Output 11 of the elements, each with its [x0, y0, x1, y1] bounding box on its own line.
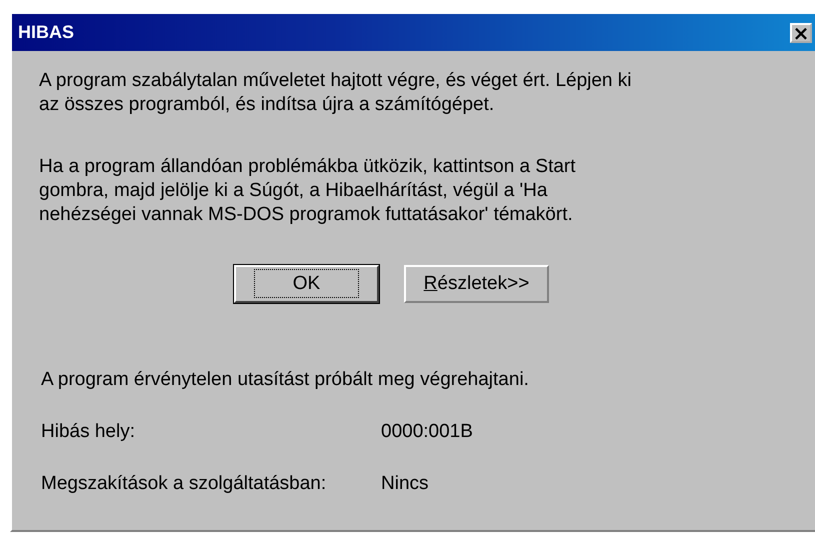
detail-label: Megszakítások a szolgáltatásban: — [41, 473, 328, 495]
detail-value: Nincs — [381, 473, 429, 495]
detail-value: 0000:001B — [381, 421, 473, 443]
dialog-button[interactable]: Részletek>> — [404, 265, 549, 303]
close-button[interactable]: × — [790, 22, 812, 42]
details-text: A program érvénytelen utasítást próbált meg végrehajtani. — [41, 369, 530, 391]
window-title: HIBAS — [18, 22, 74, 43]
detail-label: Hibás hely: — [41, 421, 136, 443]
message-text: Ha a program állandóan problémákba ütközik, kattintson a Start gombra, majd jelölje ki a Súgót, a Hibaelhárítást, végül a 'Ha nehézségei vannak MS-DOS programok futtatásakor' témakört. — [39, 155, 577, 227]
message-text: A program szabálytalan műveletet hajtott végre, és véget ért. Lépjen ki az összes programból, és indítsa újra a számítógépet. — [39, 69, 632, 117]
dialog-button[interactable]: OK — [234, 265, 379, 303]
